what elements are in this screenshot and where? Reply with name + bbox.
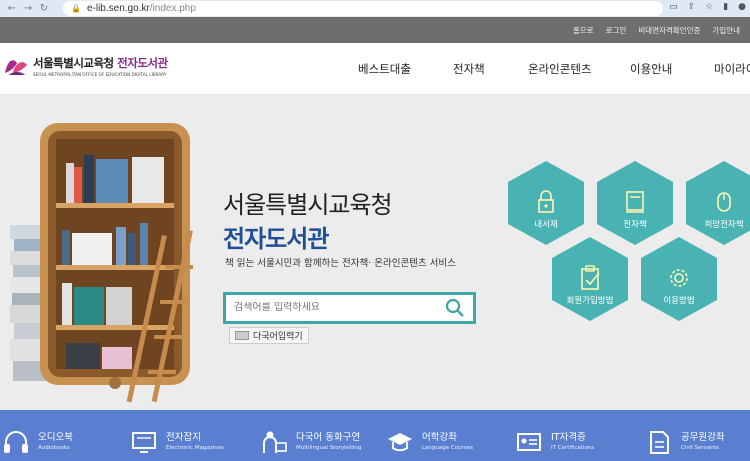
hero-section: 서울특별시교육청 전자도서관 책 읽는 서울시민과 함께하는 전자책· 온라인콘…	[0, 95, 750, 410]
bookshelf-illustration	[10, 123, 193, 403]
quick-title: 오디오북	[38, 432, 73, 443]
site-logo[interactable]: 서울특별시교육청 전자도서관 SEOUL METROPOLITAN OFFICE…	[3, 53, 168, 79]
search-input[interactable]	[234, 302, 434, 313]
storyteller-icon	[263, 431, 287, 453]
headphones-icon	[4, 431, 28, 453]
util-link-home[interactable]: 홈으로	[573, 25, 594, 36]
nav-my-library[interactable]: 마이라이	[714, 61, 750, 77]
star-icon[interactable]: ☆	[705, 2, 713, 12]
extension-icon[interactable]: ▮	[723, 2, 728, 12]
util-link-login[interactable]: 로그인	[606, 25, 627, 36]
quick-title: IT자격증	[551, 432, 586, 443]
clipboard-icon	[581, 265, 600, 290]
hex-signup-guide[interactable]: 회원가입방법	[552, 237, 628, 321]
graduation-cap-icon	[388, 433, 412, 452]
document-icon	[650, 431, 669, 454]
lock-icon[interactable]: 🔒	[71, 4, 81, 13]
quick-magazines[interactable]: 전자잡지 Electronic Magazines	[130, 429, 224, 455]
quick-subtitle: Civil Servants	[681, 445, 719, 451]
reload-icon[interactable]: ↻	[36, 3, 52, 14]
multi-language-label: 다국어입력기	[253, 332, 303, 342]
quick-civil-servants[interactable]: 공무원강좌 Civil Servants	[645, 429, 725, 455]
hex-label: 이용방법	[663, 296, 695, 306]
hero-title-accent: 전자도서관	[223, 225, 329, 253]
quick-language-courses[interactable]: 어학강좌 Language Courses	[386, 429, 473, 455]
logo-mark-icon	[5, 60, 27, 75]
quick-title: 공무원강좌	[681, 432, 725, 443]
hex-label: 희망전자책	[704, 220, 744, 230]
hex-wish-ebooks[interactable]: 희망전자책	[686, 161, 750, 245]
util-link-verify[interactable]: 비대면자격확인인증	[638, 25, 700, 36]
site-header: 서울특별시교육청 전자도서관 SEOUL METROPOLITAN OFFICE…	[0, 43, 750, 95]
quick-subtitle: Electronic Magazines	[166, 445, 224, 451]
logo-title: 서울특별시교육청 전자도서관	[33, 56, 168, 70]
quick-audiobooks[interactable]: 오디오북 Audiobooks	[2, 429, 73, 455]
quick-title: 어학강좌	[422, 432, 457, 443]
hex-how-to-use[interactable]: 이용방법	[641, 237, 717, 321]
nav-online-contents[interactable]: 온라인콘텐츠	[528, 61, 630, 77]
util-link-join[interactable]: 가입안내	[712, 25, 740, 36]
hex-label: 내서재	[534, 220, 558, 230]
hero-title: 서울특별시교육청	[223, 191, 393, 219]
profile-icon[interactable]: ●	[738, 2, 746, 12]
forward-icon[interactable]: →	[20, 3, 36, 14]
multi-language-input-button[interactable]: 다국어입력기	[229, 327, 309, 344]
search-box	[223, 292, 476, 324]
nav-guide[interactable]: 이용안내	[630, 61, 714, 77]
quick-subtitle: Language Courses	[422, 445, 473, 451]
utility-links: 홈으로 로그인 비대면자격확인인증 가입안내	[573, 25, 740, 36]
url-text: e-lib.sen.go.kr/index.php	[86, 3, 196, 14]
gear-icon	[670, 269, 688, 287]
quick-menu-band: 오디오북 Audiobooks 전자잡지 Electronic Magazines …	[0, 410, 750, 461]
hex-label: 전자책	[623, 220, 647, 230]
cast-icon[interactable]: ▭	[669, 2, 678, 12]
hex-my-library[interactable]: 내서재	[508, 161, 584, 245]
quick-subtitle: IT Certifications	[551, 445, 595, 451]
nav-ebooks[interactable]: 전자책	[453, 61, 528, 77]
back-icon[interactable]: ←	[4, 3, 20, 14]
utility-bar: 홈으로 로그인 비대면자격확인인증 가입안내	[0, 17, 750, 43]
quick-storytelling[interactable]: 다국어 동화구연 Multilingual Storytelling	[260, 429, 361, 455]
quick-subtitle: Multilingual Storytelling	[296, 445, 362, 451]
mouse-icon	[717, 192, 731, 212]
logo-subtitle: SEOUL METROPOLITAN OFFICE OF EDUCATION D…	[33, 72, 167, 77]
share-icon[interactable]: ⇪	[688, 2, 696, 12]
quick-title: 전자잡지	[166, 432, 201, 443]
logo-text: 서울특별시교육청 전자도서관 SEOUL METROPOLITAN OFFICE…	[33, 55, 168, 77]
quick-it-certifications[interactable]: IT자격증 IT Certifications	[515, 429, 594, 455]
keyboard-icon	[235, 331, 249, 340]
nav-best-loans[interactable]: 베스트대출	[358, 61, 453, 77]
book-icon	[626, 191, 644, 213]
hex-ebooks[interactable]: 전자책	[597, 161, 673, 245]
quick-subtitle: Audiobooks	[38, 445, 70, 451]
browser-actions: ▭ ⇪ ☆ ▮ ●	[669, 2, 746, 12]
monitor-icon	[132, 432, 156, 453]
lock-icon	[538, 190, 554, 213]
quick-title: 다국어 동화구연	[296, 432, 361, 443]
address-bar[interactable]: 🔒 e-lib.sen.go.kr/index.php	[63, 1, 663, 16]
main-nav: 베스트대출 전자책 온라인콘텐츠 이용안내 마이라이	[358, 61, 750, 77]
browser-toolbar: ← → ↻ 🔒 e-lib.sen.go.kr/index.php ▭ ⇪ ☆ …	[0, 0, 750, 17]
search-icon[interactable]	[445, 298, 465, 318]
hero-subtitle: 책 읽는 서울시민과 함께하는 전자책· 온라인콘텐츠 서비스	[225, 258, 456, 269]
id-card-icon	[517, 433, 541, 451]
hex-label: 회원가입방법	[566, 296, 614, 306]
